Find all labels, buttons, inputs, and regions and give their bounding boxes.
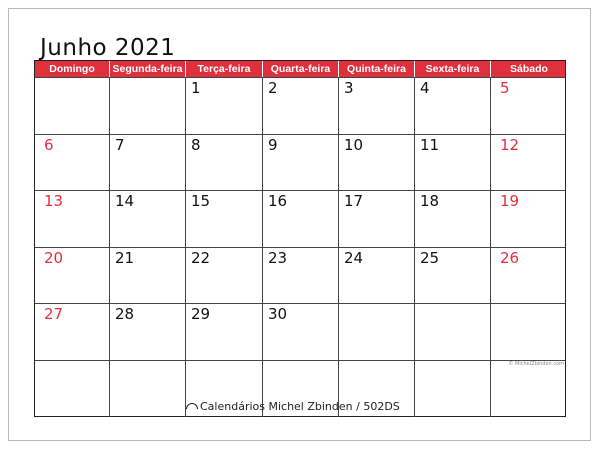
day-cell[interactable] (110, 78, 186, 134)
day-cell[interactable]: 18 (415, 191, 491, 247)
weekday-label: Terça-feira (186, 61, 263, 77)
day-cell[interactable]: 2 (263, 78, 339, 134)
week-row: 20 21 22 23 24 25 26 (35, 246, 567, 304)
day-number: 9 (268, 135, 278, 154)
day-number: 27 (44, 305, 64, 324)
weekday-label: Quinta-feira (339, 61, 415, 77)
day-cell[interactable] (110, 361, 186, 417)
day-cell[interactable]: 26 (491, 248, 567, 304)
day-number: 30 (268, 305, 288, 324)
calendar-grid: Domingo Segunda-feira Terça-feira Quarta-fe… (34, 60, 566, 417)
day-number: 22 (191, 248, 211, 267)
copyright-text: © MichelZbinden.com (508, 361, 564, 367)
day-cell[interactable]: 21 (110, 247, 186, 304)
day-number: 4 (420, 79, 430, 97)
weekday-label: Sábado (510, 63, 548, 75)
day-cell[interactable] (339, 304, 415, 360)
day-number: 14 (115, 192, 135, 211)
day-cell[interactable] (35, 361, 110, 417)
day-number: 12 (500, 135, 520, 154)
day-cell[interactable]: 11 (415, 134, 491, 191)
day-cell[interactable] (415, 361, 491, 417)
day-number: 3 (344, 79, 354, 97)
day-cell[interactable]: 3 (339, 78, 415, 134)
day-cell[interactable]: 19 (491, 191, 567, 247)
day-number: 1 (191, 79, 201, 97)
day-cell[interactable]: 15 (186, 191, 263, 247)
day-cell[interactable]: 23 (263, 247, 339, 304)
week-row: 27 28 29 30 (35, 303, 565, 360)
day-cell[interactable]: 16 (263, 191, 339, 247)
day-cell[interactable]: 25 (415, 247, 491, 304)
day-number: 28 (115, 305, 135, 324)
day-cell[interactable] (491, 361, 567, 417)
day-cell[interactable]: 5 (491, 78, 567, 134)
day-number: 5 (500, 79, 510, 97)
day-cell[interactable]: 14 (110, 191, 186, 247)
day-cell[interactable]: 6 (35, 134, 110, 191)
brand-footer: Calendários Michel Zbinden / 502DS (186, 400, 400, 413)
day-cell[interactable] (491, 304, 567, 360)
hat-icon (186, 403, 198, 409)
day-cell[interactable] (415, 304, 491, 360)
day-number: 16 (268, 192, 288, 211)
day-number: 25 (420, 248, 440, 267)
day-cell[interactable]: 20 (35, 247, 110, 304)
day-number: 20 (44, 248, 64, 267)
day-cell[interactable]: 12 (491, 135, 567, 191)
day-number: 15 (191, 192, 211, 211)
weekday-label: Sexta-feira (415, 61, 491, 77)
month-title: Junho 2021 (40, 35, 176, 61)
day-number: 24 (344, 248, 364, 267)
day-cell[interactable]: 1 (186, 78, 263, 134)
week-row: 1 2 3 4 5 (35, 77, 565, 134)
day-cell[interactable]: 24 (339, 247, 415, 304)
day-number: 26 (500, 248, 520, 267)
day-cell[interactable]: 7 (110, 134, 186, 191)
week-row: 6 7 8 9 10 11 12 (35, 133, 567, 191)
week-row: 13 14 15 16 17 18 19 (35, 190, 565, 247)
day-cell[interactable]: 22 (186, 247, 263, 304)
day-cell[interactable] (35, 78, 110, 134)
day-number: 6 (44, 135, 54, 154)
weekday-label: Segunda-feira (110, 61, 186, 77)
day-number: 29 (191, 305, 211, 324)
day-number: 10 (344, 135, 364, 154)
day-cell[interactable]: 17 (339, 191, 415, 247)
day-number: 2 (268, 79, 278, 97)
day-cell[interactable]: 4 (415, 78, 491, 134)
day-number: 7 (115, 135, 125, 154)
day-number: 11 (420, 135, 440, 154)
day-number: 8 (191, 135, 201, 154)
day-number: 13 (44, 192, 64, 211)
day-number: 19 (500, 192, 520, 211)
day-cell[interactable]: 13 (35, 191, 110, 247)
day-cell[interactable]: 30 (263, 304, 339, 360)
day-number: 17 (344, 192, 364, 211)
day-number: 18 (420, 192, 440, 211)
weekday-label: Domingo (35, 61, 110, 77)
day-number: 23 (268, 248, 288, 267)
day-cell[interactable]: 27 (35, 304, 110, 360)
day-cell[interactable]: 10 (339, 134, 415, 191)
day-number: 21 (115, 248, 135, 267)
brand-text: Calendários Michel Zbinden / 502DS (200, 400, 400, 413)
day-cell[interactable]: 28 (110, 304, 186, 360)
weekday-header: Domingo Segunda-feira Terça-feira Quarta-fe… (35, 61, 565, 77)
day-cell[interactable]: 29 (186, 304, 263, 360)
day-cell[interactable]: 8 (186, 134, 263, 191)
weekday-label: Quarta-feira (263, 61, 339, 77)
day-cell[interactable]: 9 (263, 134, 339, 191)
